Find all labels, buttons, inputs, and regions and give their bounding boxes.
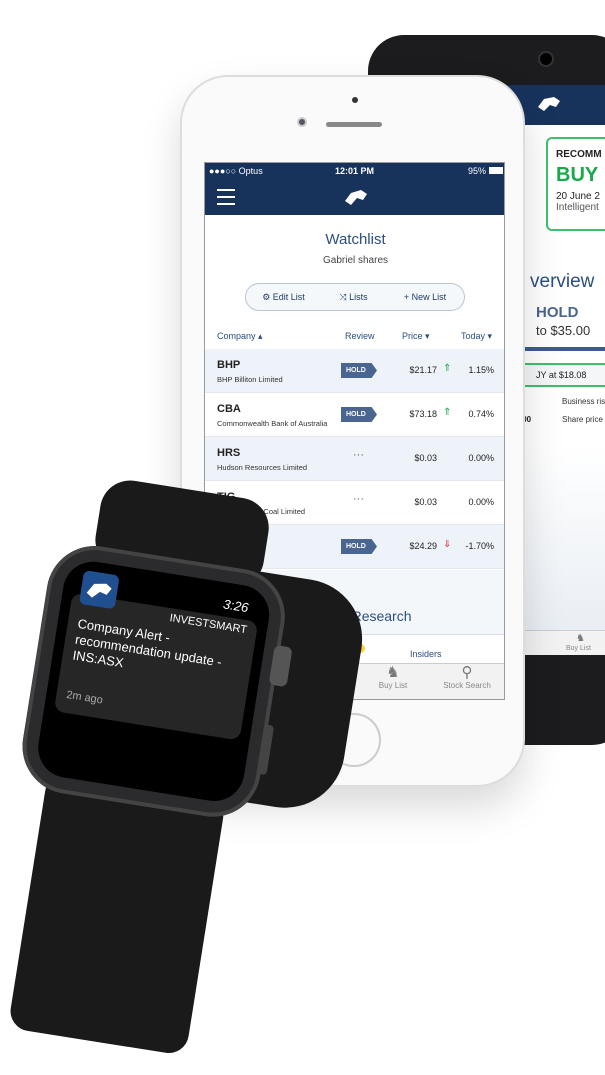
- price: $24.29: [409, 541, 437, 551]
- review-badge: HOLD: [341, 407, 377, 422]
- new-list-label: New List: [411, 292, 447, 302]
- arrow-up-icon: ⇑: [443, 407, 452, 418]
- column-company[interactable]: Company ▴: [217, 331, 263, 342]
- today-change: 0.00%: [468, 453, 494, 463]
- tab-buy-list[interactable]: Buy List: [566, 645, 591, 652]
- price: $0.03: [414, 453, 437, 463]
- tab-insiders[interactable]: Insiders: [410, 649, 442, 659]
- nav-bar: [205, 179, 504, 215]
- overview-rating: HOLD: [536, 304, 579, 321]
- plus-icon: +: [403, 292, 412, 302]
- today-change: 1.15%: [468, 365, 494, 375]
- arrow-up-icon: ⇑: [443, 363, 452, 374]
- arrow-down-icon: ⇓: [443, 539, 452, 550]
- search-icon: ⚲: [461, 664, 473, 681]
- ticker: HRS: [217, 447, 241, 459]
- tab-stock-search[interactable]: ⚲ Stock Search: [427, 663, 504, 699]
- overview-range: to $35.00: [536, 323, 591, 338]
- reco-label: RECOMM: [556, 149, 602, 160]
- page-subtitle: Gabriel shares: [322, 255, 389, 266]
- sensor-icon: [352, 97, 358, 103]
- price: $0.03: [414, 497, 437, 507]
- company-name: BHP Billiton Limited: [217, 375, 283, 384]
- reco-source: Intelligent: [556, 202, 599, 213]
- edit-list-button[interactable]: ⚙ Edit List: [245, 283, 322, 311]
- bull-logo-icon: [538, 97, 560, 111]
- tab-stock-search-label: Stock Search: [443, 681, 491, 690]
- status-time: 12:01 PM: [335, 166, 375, 176]
- edit-list-label: Edit List: [272, 292, 305, 302]
- column-today[interactable]: Today ▾: [461, 331, 492, 342]
- price: $21.17: [409, 365, 437, 375]
- android-tab-bar: ♞ Buy List: [520, 630, 605, 655]
- buy-at-bar: JY at $18.08: [520, 363, 605, 387]
- column-review[interactable]: Review: [345, 331, 375, 341]
- notification-time: 2m ago: [65, 688, 104, 707]
- today-change: 0.74%: [468, 409, 494, 419]
- reco-date: 20 June 2: [556, 191, 600, 202]
- speaker-icon: [326, 122, 382, 127]
- gear-icon: ⚙: [262, 292, 273, 302]
- today-change: 0.00%: [468, 497, 494, 507]
- battery-icon: [489, 167, 503, 174]
- company-name: Hudson Resources Limited: [217, 463, 308, 472]
- review-badge: HOLD: [341, 363, 377, 378]
- review-pending: ···: [353, 449, 364, 461]
- page-title: Watchlist: [325, 231, 386, 248]
- recommendation-card[interactable]: RECOMM BUY 20 June 2 Intelligent: [546, 137, 605, 231]
- table-row[interactable]: CBA Commonwealth Bank of Australia HOLD $73…: [205, 393, 504, 437]
- battery-level: 95%: [467, 166, 486, 176]
- price: $73.18: [409, 409, 437, 419]
- buy-at-text: JY at $18.08: [536, 370, 587, 380]
- table-row[interactable]: HRS Hudson Resources Limited ··· $0.03 0.00%: [205, 437, 504, 481]
- status-bar: ●●●○○ Optus 12:01 PM 95%: [205, 163, 504, 179]
- lists-label: Lists: [349, 292, 368, 302]
- front-camera-icon: [297, 117, 307, 127]
- carrier: ●●●○○ Optus: [209, 166, 263, 176]
- table-row[interactable]: BHP BHP Billiton Limited HOLD $21.17 ⇑ 1.15%: [205, 349, 504, 393]
- ticker: CBA: [217, 403, 241, 415]
- lists-button[interactable]: ⤨ Lists: [321, 283, 387, 311]
- shuffle-icon: ⤨: [339, 292, 350, 302]
- review-pending: ···: [353, 493, 364, 505]
- watch-case: 3:26 INVESTSMART Company Alert - recomme…: [15, 539, 293, 824]
- today-change: -1.70%: [465, 541, 494, 551]
- overview-title: verview: [530, 271, 595, 292]
- share-price-risk: Share price risk: [562, 415, 605, 424]
- ticker: BHP: [217, 359, 241, 371]
- new-list-button[interactable]: + New List: [386, 283, 465, 311]
- company-name: Commonwealth Bank of Australia: [217, 419, 328, 428]
- camera-icon: [538, 51, 554, 67]
- reco-value: BUY: [556, 164, 599, 186]
- investsmart-app-icon: [78, 570, 120, 610]
- column-price[interactable]: Price ▾: [402, 331, 430, 342]
- smart-watch: 3:26 INVESTSMART Company Alert - recomme…: [0, 476, 387, 1056]
- watch-screen: 3:26 INVESTSMART Company Alert - recomme…: [33, 557, 274, 806]
- bull-logo-icon: [345, 190, 367, 205]
- watch-time: 3:26: [222, 596, 250, 616]
- hamburger-menu-icon[interactable]: [217, 189, 235, 205]
- business-risk: Business risk: [562, 397, 605, 406]
- notification-card[interactable]: INVESTSMART Company Alert - recommendati…: [53, 592, 259, 741]
